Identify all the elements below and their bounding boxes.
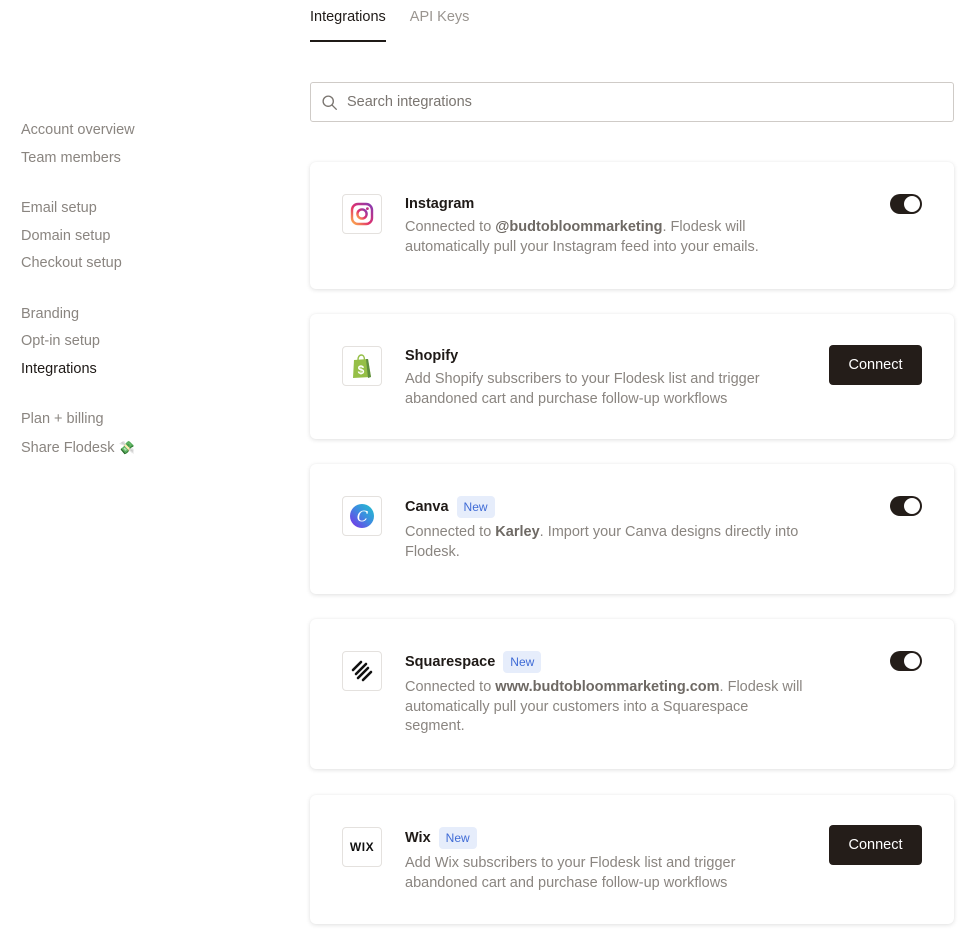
- sidebar-item-checkout-setup[interactable]: Checkout setup: [21, 250, 241, 278]
- connected-account: Karley: [495, 524, 540, 540]
- integration-name: Shopify: [405, 348, 459, 364]
- sidebar-item-label: Share Flodesk: [21, 439, 115, 456]
- wix-logo-text: WIX: [349, 840, 375, 854]
- integration-info: Instagram Connected to @budtobloommarket…: [405, 194, 805, 257]
- settings-sidebar: Account overview Team members Email setu…: [21, 117, 241, 485]
- sidebar-item-email-setup[interactable]: Email setup: [21, 195, 241, 223]
- nav-group-brand: Branding Opt-in setup Integrations: [21, 301, 241, 384]
- instagram-icon: [342, 194, 382, 234]
- integration-info: Wix New Add Wix subscribers to your Flod…: [405, 827, 805, 893]
- integration-name: Squarespace: [405, 654, 496, 670]
- new-badge: New: [456, 496, 495, 518]
- integration-description: Connected to Karley. Import your Canva d…: [405, 523, 805, 562]
- search-box: [310, 82, 954, 122]
- integration-card-shopify: $ Shopify Add Shopify subscribers to you…: [310, 314, 954, 439]
- squarespace-connection-toggle[interactable]: [890, 651, 922, 671]
- integration-title: Squarespace New: [405, 651, 805, 673]
- integration-description: Connected to www.budtobloommarketing.com…: [405, 678, 805, 737]
- canva-connection-toggle[interactable]: [890, 496, 922, 516]
- integration-title: Canva New: [405, 496, 805, 518]
- integration-description: Add Wix subscribers to your Flodesk list…: [405, 855, 736, 891]
- integration-title: Instagram: [405, 194, 805, 214]
- shopify-icon: $: [342, 346, 382, 386]
- integration-title: Shopify: [405, 346, 805, 366]
- integration-info: Squarespace New Connected to www.budtobl…: [405, 651, 805, 737]
- integration-name: Canva: [405, 499, 449, 515]
- new-badge: New: [503, 651, 542, 673]
- integration-card-wix: WIX Wix New Add Wix subscribers to your …: [310, 795, 954, 924]
- description-prefix: Connected to: [405, 679, 496, 695]
- instagram-connection-toggle[interactable]: [890, 194, 922, 214]
- nav-group-billing: Plan + billing Share Flodesk 💸: [21, 406, 241, 462]
- integration-card-instagram: Instagram Connected to @budtobloommarket…: [310, 162, 954, 289]
- svg-text:$: $: [358, 363, 365, 377]
- tab-api-keys[interactable]: API Keys: [410, 0, 470, 42]
- sidebar-item-team-members[interactable]: Team members: [21, 145, 241, 173]
- integrations-tabs: Integrations API Keys: [310, 0, 469, 42]
- search-icon: [322, 94, 337, 110]
- integration-card-squarespace: Squarespace New Connected to www.budtobl…: [310, 619, 954, 769]
- nav-group-email: Email setup Domain setup Checkout setup: [21, 195, 241, 278]
- sidebar-item-plan-billing[interactable]: Plan + billing: [21, 406, 241, 434]
- new-badge: New: [438, 827, 477, 849]
- integration-card-canva: C Canva New Connected to Karley. Import …: [310, 464, 954, 594]
- integration-title: Wix New: [405, 827, 805, 849]
- toggle-knob: [904, 653, 920, 669]
- description-prefix: Connected to: [405, 219, 496, 235]
- sidebar-item-integrations[interactable]: Integrations: [21, 356, 241, 384]
- wix-connect-button[interactable]: Connect: [829, 825, 922, 865]
- integration-name: Wix: [405, 830, 431, 846]
- settings-page: Account overview Team members Email setu…: [0, 0, 978, 946]
- squarespace-icon: [342, 651, 382, 691]
- sidebar-item-branding[interactable]: Branding: [21, 301, 241, 329]
- description-prefix: Connected to: [405, 524, 496, 540]
- toggle-knob: [904, 498, 920, 514]
- tab-integrations[interactable]: Integrations: [310, 0, 386, 42]
- search-input[interactable]: [347, 94, 953, 110]
- wix-icon: WIX: [342, 827, 382, 867]
- connected-account: @budtobloommarketing: [495, 219, 663, 235]
- integration-description: Connected to @budtobloommarketing. Flode…: [405, 218, 805, 257]
- nav-group-account: Account overview Team members: [21, 117, 241, 172]
- toggle-knob: [904, 196, 920, 212]
- integration-name: Instagram: [405, 196, 475, 212]
- connected-account: www.budtobloommarketing.com: [495, 679, 720, 695]
- sidebar-item-opt-in-setup[interactable]: Opt-in setup: [21, 328, 241, 356]
- money-wings-icon: 💸: [118, 439, 135, 455]
- sidebar-item-account-overview[interactable]: Account overview: [21, 117, 241, 145]
- integration-info: Shopify Add Shopify subscribers to your …: [405, 346, 805, 409]
- shopify-connect-button[interactable]: Connect: [829, 345, 922, 385]
- svg-text:C: C: [357, 508, 369, 526]
- canva-icon: C: [342, 496, 382, 536]
- sidebar-item-share-flodesk[interactable]: Share Flodesk 💸: [21, 434, 241, 463]
- integration-description: Add Shopify subscribers to your Flodesk …: [405, 371, 760, 407]
- sidebar-item-domain-setup[interactable]: Domain setup: [21, 223, 241, 251]
- integration-info: Canva New Connected to Karley. Import yo…: [405, 496, 805, 562]
